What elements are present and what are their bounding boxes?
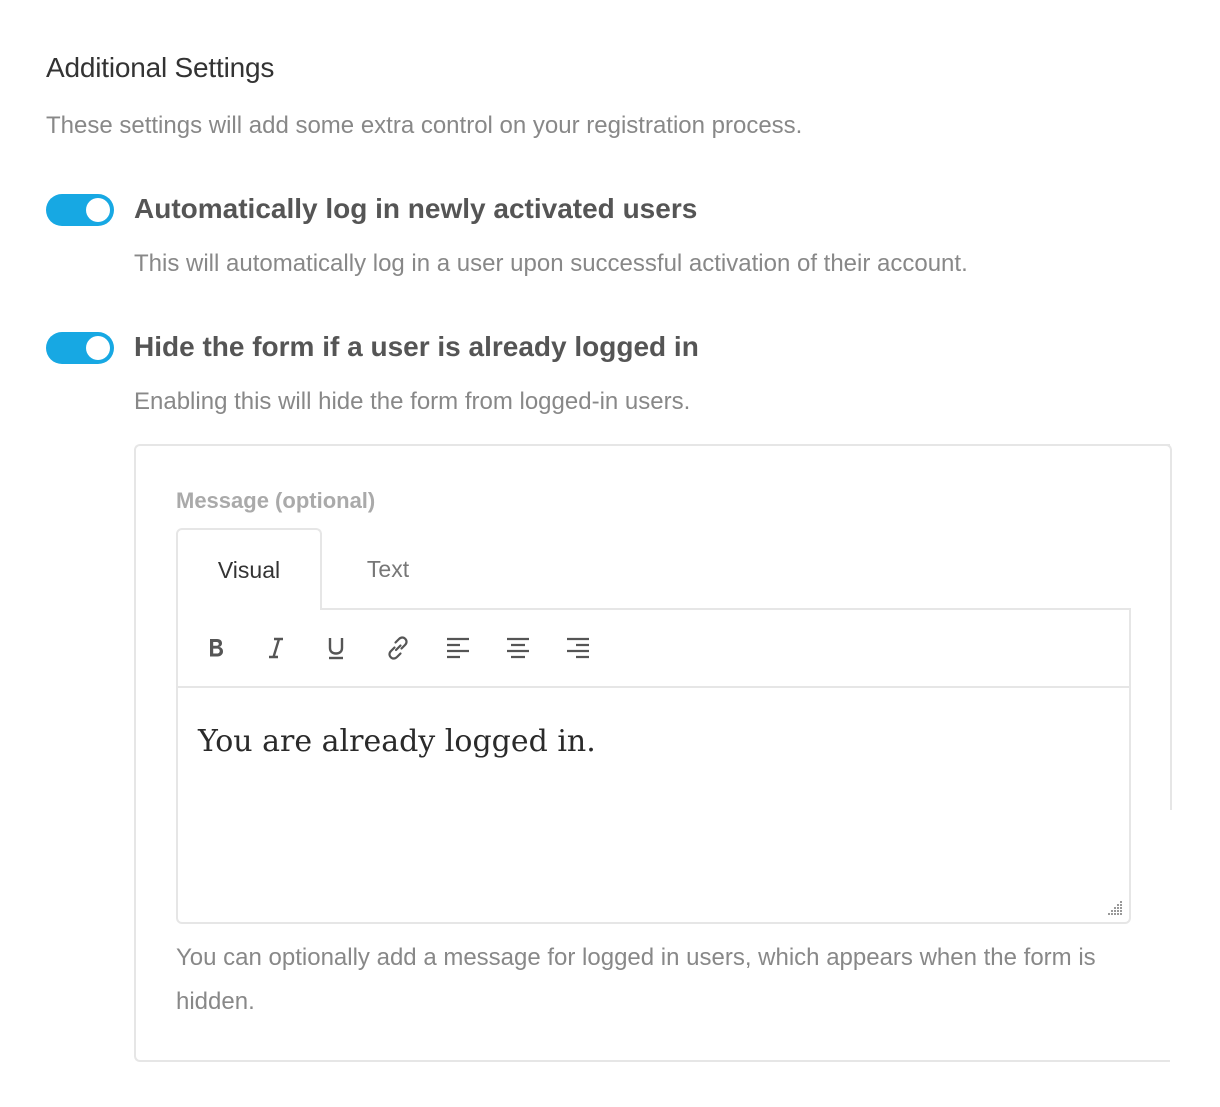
settings-page: Additional Settings These settings will … xyxy=(0,0,1220,1107)
panel-edge xyxy=(1130,1060,1152,1062)
panel-edge xyxy=(1170,450,1172,810)
align-center-icon[interactable] xyxy=(502,632,534,664)
tab-text[interactable]: Text xyxy=(326,530,450,608)
message-editor: You are already logged in. xyxy=(176,608,1131,924)
message-content[interactable]: You are already logged in. xyxy=(198,724,596,759)
tab-visual[interactable]: Visual xyxy=(176,528,322,610)
section-title: Additional Settings xyxy=(46,52,275,83)
underline-icon[interactable] xyxy=(320,632,352,664)
auto-login-label: Automatically log in newly activated use… xyxy=(134,193,698,224)
message-label: Message (optional) xyxy=(176,488,376,513)
panel-corner xyxy=(1150,444,1172,456)
italic-icon[interactable] xyxy=(260,632,292,664)
section-description: These settings will add some extra contr… xyxy=(46,112,803,139)
hide-form-label: Hide the form if a user is already logge… xyxy=(134,331,699,362)
editor-toolbar xyxy=(178,610,1129,688)
resize-handle-icon[interactable] xyxy=(1105,898,1123,916)
link-icon[interactable] xyxy=(382,632,414,664)
toggle-knob xyxy=(86,198,110,222)
hide-form-description: Enabling this will hide the form from lo… xyxy=(134,388,691,415)
auto-login-toggle[interactable] xyxy=(46,194,114,226)
align-right-icon[interactable] xyxy=(562,632,594,664)
message-help-text: You can optionally add a message for log… xyxy=(176,944,1096,1015)
toggle-knob xyxy=(86,336,110,360)
hide-form-toggle[interactable] xyxy=(46,332,114,364)
auto-login-description: This will automatically log in a user up… xyxy=(134,250,968,277)
bold-icon[interactable] xyxy=(200,632,232,664)
align-left-icon[interactable] xyxy=(442,632,474,664)
